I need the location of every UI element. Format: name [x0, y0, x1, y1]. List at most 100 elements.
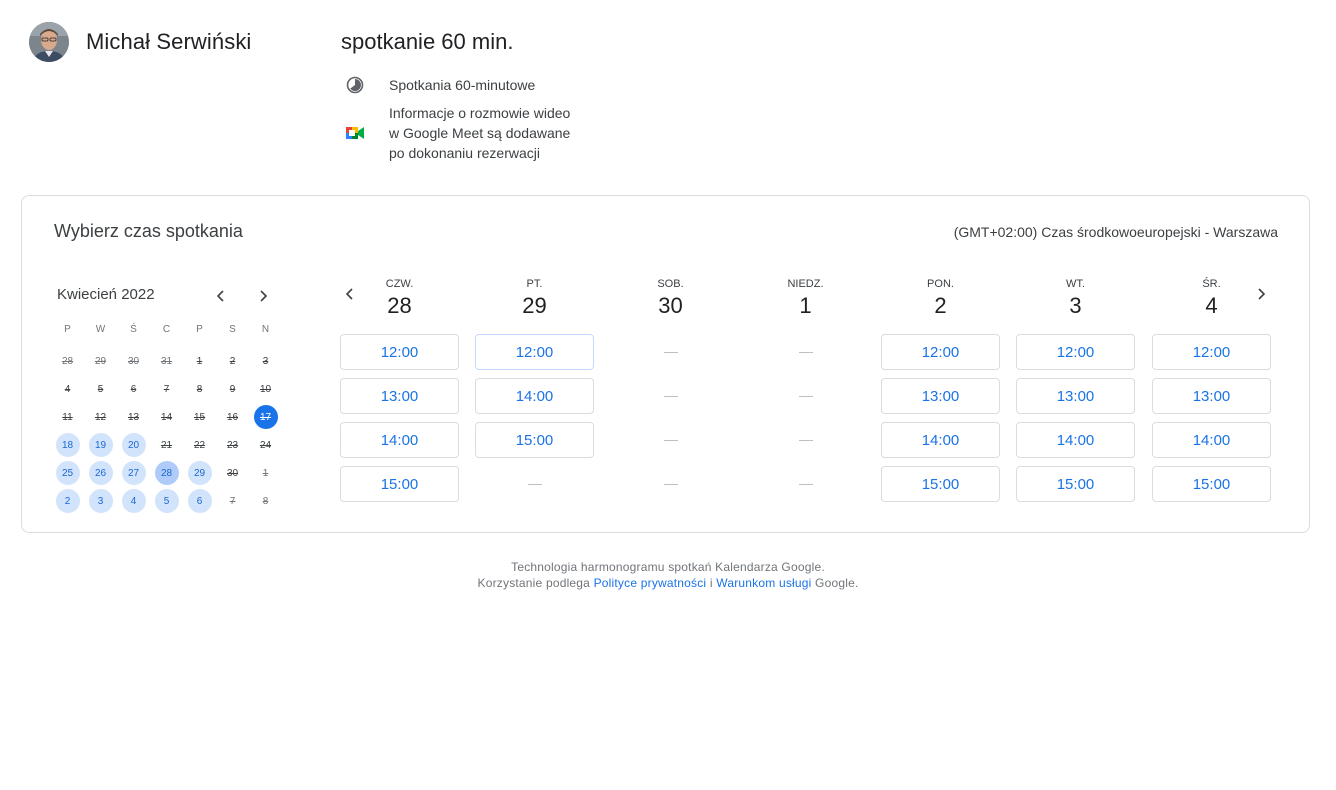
time-slot-button[interactable]: 13:00: [881, 378, 1000, 414]
time-slot-button[interactable]: 12:00: [1016, 334, 1135, 370]
mini-calendar-cell: 30: [117, 347, 150, 375]
mini-calendar-cell: 31: [150, 347, 183, 375]
calendar-day: 11: [62, 411, 73, 423]
day-number: 28: [387, 293, 412, 318]
footer: Technologia harmonogramu spotkań Kalenda…: [0, 559, 1336, 591]
time-slot-button[interactable]: 15:00: [1152, 466, 1271, 502]
calendar-day[interactable]: 6: [187, 489, 212, 513]
no-slot-dash: [611, 422, 730, 458]
day-weekday: PT.: [526, 278, 543, 290]
time-slot-button[interactable]: 13:00: [340, 378, 459, 414]
mini-calendar-cell: 29: [84, 347, 117, 375]
day-column-header: NIEDZ. 1: [746, 278, 865, 319]
chevron-right-icon: [260, 290, 268, 302]
day-column-header: PON. 2: [881, 278, 1000, 319]
no-slot-dash: [746, 378, 865, 414]
day-weekday: WT.: [1066, 278, 1085, 290]
calendar-day: 16: [226, 411, 239, 423]
time-slot-button[interactable]: 12:00: [881, 334, 1000, 370]
time-slot-button[interactable]: 13:00: [1152, 378, 1271, 414]
calendar-day[interactable]: 26: [88, 461, 113, 485]
time-slot-button[interactable]: 12:00: [1152, 334, 1271, 370]
next-month-button[interactable]: [251, 284, 275, 308]
calendar-day: 30: [127, 355, 140, 367]
mini-calendar-cell: 26: [84, 459, 117, 487]
time-slot-button[interactable]: 14:00: [881, 422, 1000, 458]
mini-calendar-cell: 23: [216, 431, 249, 459]
calendar-day: 8: [196, 383, 203, 395]
calendar-day: 29: [94, 355, 107, 367]
time-slot-button[interactable]: 14:00: [1152, 422, 1271, 458]
no-slot-dash: [746, 422, 865, 458]
calendar-day[interactable]: 4: [121, 489, 146, 513]
time-slot-button[interactable]: 12:00: [475, 334, 594, 370]
calendar-day: 7: [229, 495, 236, 507]
calendar-day: 24: [259, 439, 272, 451]
calendar-day[interactable]: 27: [121, 461, 146, 485]
mini-calendar-cell: 1: [249, 459, 282, 487]
calendar-day: 9: [229, 383, 236, 395]
mini-calendar-cell: 6: [117, 375, 150, 403]
time-slot-button[interactable]: 12:00: [340, 334, 459, 370]
mini-calendar-cell: 18: [51, 431, 84, 459]
calendar-day[interactable]: 28: [154, 461, 179, 485]
event-title: spotkanie 60 min.: [341, 29, 514, 54]
no-slot-dash: [746, 334, 865, 370]
time-slot-button[interactable]: 15:00: [881, 466, 1000, 502]
mini-calendar-cell: 28: [150, 459, 183, 487]
time-slot-button[interactable]: 13:00: [1016, 378, 1135, 414]
calendar-day[interactable]: 19: [88, 433, 113, 457]
terms-link[interactable]: Warunkom usługi: [716, 576, 811, 590]
weekday-label: W: [95, 323, 106, 335]
footer-line-2: Korzystanie podlega Polityce prywatności…: [0, 575, 1336, 591]
duration-row: Spotkania 60-minutowe: [345, 75, 589, 95]
mini-calendar-cell: 10: [249, 375, 282, 403]
calendar-day[interactable]: 3: [88, 489, 113, 513]
calendar-day[interactable]: 29: [187, 461, 212, 485]
video-info-row: Informacje o rozmowie wideo w Google Mee…: [345, 103, 589, 163]
calendar-day: 1: [196, 355, 203, 367]
privacy-policy-link[interactable]: Polityce prywatności: [594, 576, 707, 590]
calendar-day: 5: [97, 383, 104, 395]
weekday-label: P: [64, 323, 71, 335]
mini-calendar-cell: 20: [117, 431, 150, 459]
time-slot-button[interactable]: 14:00: [340, 422, 459, 458]
time-slot-button[interactable]: 15:00: [475, 422, 594, 458]
day-column-header: SOB. 30: [611, 278, 730, 319]
calendar-day: 21: [160, 439, 173, 451]
day-column-header: CZW. 28: [340, 278, 459, 319]
day-weekday: ŚR.: [1202, 278, 1221, 290]
footer-and: i: [706, 576, 717, 590]
mini-calendar-cell: 11: [51, 403, 84, 431]
prev-month-button[interactable]: [209, 284, 233, 308]
mini-calendar-cell: 7: [150, 375, 183, 403]
mini-calendar-cell: 21: [150, 431, 183, 459]
day-column-header: PT. 29: [475, 278, 594, 319]
day-weekday: CZW.: [385, 278, 414, 290]
mini-calendar-cell: 8: [249, 487, 282, 515]
day-weekday: NIEDZ.: [787, 278, 824, 290]
timezone-selector[interactable]: (GMT+02:00) Czas środkowoeuropejski - Wa…: [954, 224, 1278, 240]
mini-calendar-cell: 16: [216, 403, 249, 431]
calendar-day: 10: [259, 383, 272, 395]
calendar-day[interactable]: 5: [154, 489, 179, 513]
time-slot-button[interactable]: 14:00: [1016, 422, 1135, 458]
weekday-label: S: [229, 323, 236, 335]
mini-calendar-cell: 12: [84, 403, 117, 431]
calendar-day: 13: [127, 411, 140, 423]
mini-calendar-cell: 6: [183, 487, 216, 515]
video-info-line: po dokonaniu rezerwacji: [389, 145, 540, 161]
time-slot-button[interactable]: 14:00: [475, 378, 594, 414]
calendar-day[interactable]: 2: [55, 489, 80, 513]
mini-calendar-cell: 7: [216, 487, 249, 515]
calendar-day: 3: [262, 355, 269, 367]
calendar-day[interactable]: 20: [121, 433, 146, 457]
calendar-day[interactable]: 25: [55, 461, 80, 485]
mini-calendar-cell: 5: [150, 487, 183, 515]
calendar-day[interactable]: 18: [55, 433, 80, 457]
time-slot-button[interactable]: 15:00: [340, 466, 459, 502]
owner-name: Michał Serwiński: [86, 29, 252, 54]
mini-calendar-cell: 2: [51, 487, 84, 515]
mini-calendar-grid: P W Ś C P S N 28 29 30 31 1 2 3 4 5 6 7 8 9 10 11 12 13 14 15 16 17…: [51, 319, 282, 515]
time-slot-button[interactable]: 15:00: [1016, 466, 1135, 502]
